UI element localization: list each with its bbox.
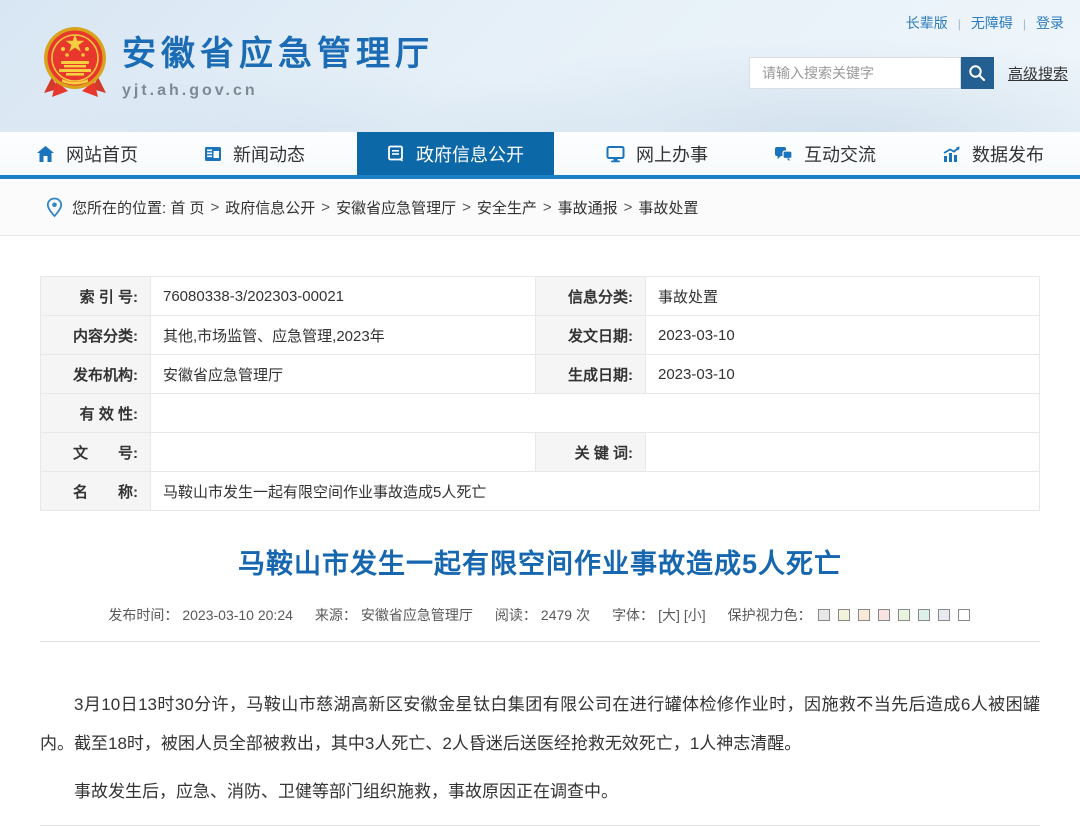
- crumb-accident-disposal[interactable]: 事故处置: [638, 197, 698, 218]
- name-value: 马鞍山市发生一起有限空间作业事故造成5人死亡: [150, 471, 1040, 511]
- accessibility-link[interactable]: 无障碍: [971, 15, 1013, 31]
- topbar-separator: |: [1022, 17, 1026, 31]
- info-category-label: 信息分类:: [535, 276, 646, 316]
- news-icon: [204, 145, 222, 163]
- source-label: 来源：: [314, 607, 357, 623]
- topbar-separator: |: [957, 17, 961, 31]
- chart-icon: [942, 145, 961, 163]
- eye-color-swatch[interactable]: [917, 609, 930, 621]
- font-size-label: 字体：: [612, 607, 655, 623]
- crumb-department[interactable]: 安徽省应急管理厅: [336, 197, 456, 218]
- search-input[interactable]: [748, 57, 961, 89]
- font-larger-button[interactable]: [大]: [658, 605, 680, 625]
- elderly-version-link[interactable]: 长辈版: [906, 15, 948, 31]
- index-number-value: 76080338-3/202303-00021: [150, 276, 536, 316]
- table-row: 索 引 号: 76080338-3/202303-00021 信息分类: 事故处…: [40, 276, 1040, 316]
- validity-label: 有 效 性:: [40, 393, 151, 433]
- breadcrumb: 您所在的位置: 首 页 > 政府信息公开 > 安徽省应急管理厅 > 安全生产 >…: [0, 179, 1080, 236]
- views-label: 阅读：: [494, 607, 537, 623]
- nav-item-gov-info[interactable]: 政府信息公开: [357, 132, 554, 175]
- info-category-value: 事故处置: [645, 276, 1040, 316]
- eye-color-swatch[interactable]: [957, 609, 970, 621]
- home-icon: [36, 145, 55, 163]
- index-number-label: 索 引 号:: [40, 276, 151, 316]
- location-pin-icon: [46, 197, 63, 218]
- table-row: 名 称: 马鞍山市发生一起有限空间作业事故造成5人死亡: [40, 471, 1040, 511]
- nav-item-news[interactable]: 新闻动态: [190, 132, 319, 175]
- generate-date-label: 生成日期:: [535, 354, 646, 394]
- article-paragraph: 3月10日13时30分许，马鞍山市慈湖高新区安徽金星钛白集团有限公司在进行罐体检…: [40, 695, 1040, 753]
- font-smaller-button[interactable]: [小]: [684, 605, 706, 625]
- site-title: 安徽省应急管理厅: [122, 35, 434, 73]
- nav-item-interaction[interactable]: 互动交流: [760, 132, 890, 175]
- publisher-label: 发布机构:: [40, 354, 151, 394]
- chat-icon: [774, 145, 793, 163]
- publisher-value: 安徽省应急管理厅: [150, 354, 536, 394]
- doc-number-label: 文 号:: [40, 432, 151, 472]
- monitor-icon: [606, 145, 625, 163]
- eye-color-swatch[interactable]: [937, 609, 950, 621]
- content-category-label: 内容分类:: [40, 315, 151, 355]
- table-row: 文 号: 关 键 词:: [40, 432, 1040, 472]
- views-unit: 次: [576, 607, 591, 623]
- eye-color-swatch[interactable]: [897, 609, 910, 621]
- nav-item-online-services[interactable]: 网上办事: [592, 132, 722, 175]
- crumb-gov-info[interactable]: 政府信息公开: [225, 197, 315, 218]
- eye-color-swatch[interactable]: [857, 609, 870, 621]
- main-nav: 网站首页 新闻动态 政府信息公开 网上办事 互动交流 数据发布: [0, 132, 1080, 179]
- table-row: 发布机构: 安徽省应急管理厅 生成日期: 2023-03-10: [40, 354, 1040, 394]
- nav-label: 新闻动态: [233, 144, 305, 165]
- publish-time-label: 发布时间：: [108, 607, 179, 623]
- content-category-value: 其他,市场监管、应急管理,2023年: [150, 315, 536, 355]
- table-row: 内容分类: 其他,市场监管、应急管理,2023年 发文日期: 2023-03-1…: [40, 315, 1040, 355]
- eye-color-swatch[interactable]: [837, 609, 850, 621]
- keywords-label: 关 键 词:: [535, 432, 646, 472]
- advanced-search-link[interactable]: 高级搜索: [1008, 63, 1068, 84]
- table-row: 有 效 性:: [40, 393, 1040, 433]
- national-emblem-icon: [44, 27, 106, 97]
- search-icon: [969, 65, 986, 82]
- search-button[interactable]: [960, 57, 994, 89]
- meta-divider: [40, 641, 1040, 642]
- eye-color-swatch[interactable]: [817, 609, 830, 621]
- topbar: 长辈版 | 无障碍 | 登录: [906, 13, 1064, 33]
- eye-protect-label: 保护视力色：: [727, 607, 812, 623]
- nav-label: 政府信息公开: [416, 144, 524, 165]
- search-area: 高级搜索: [748, 57, 1068, 89]
- source-value: 安徽省应急管理厅: [360, 607, 473, 623]
- article-paragraph: 事故发生后，应急、消防、卫健等部门组织施救，事故原因正在调查中。: [74, 782, 618, 801]
- nav-label: 数据发布: [972, 144, 1044, 165]
- site-url: yjt.ah.gov.cn: [122, 82, 258, 99]
- nav-label: 网上办事: [636, 144, 708, 165]
- document-icon: [387, 145, 405, 163]
- nav-item-data[interactable]: 数据发布: [928, 132, 1058, 175]
- nav-label: 网站首页: [66, 144, 138, 165]
- site-logo[interactable]: 安徽省应急管理厅 yjt.ah.gov.cn: [42, 25, 434, 101]
- name-label: 名 称:: [40, 471, 151, 511]
- eye-color-swatch[interactable]: [877, 609, 890, 621]
- nav-label: 互动交流: [804, 144, 876, 165]
- views-count: 2479: [540, 607, 573, 623]
- issue-date-value: 2023-03-10: [645, 315, 1040, 355]
- keywords-value: [645, 432, 1040, 472]
- main-content: 索 引 号: 76080338-3/202303-00021 信息分类: 事故处…: [0, 276, 1080, 826]
- site-header: 长辈版 | 无障碍 | 登录 安徽省应急管理厅 yjt.ah.gov.cn 请输…: [0, 0, 1080, 132]
- crumb-home[interactable]: 首 页: [170, 197, 204, 218]
- issue-date-label: 发文日期:: [535, 315, 646, 355]
- doc-number-value: [150, 432, 536, 472]
- validity-value: [150, 393, 1040, 433]
- login-link[interactable]: 登录: [1036, 15, 1064, 31]
- crumb-safety[interactable]: 安全生产: [477, 197, 537, 218]
- publish-time-value: 2023-03-10 20:24: [182, 607, 293, 623]
- article-body: 3月10日13时30分许，马鞍山市慈湖高新区安徽金星钛白集团有限公司在进行罐体检…: [40, 685, 1040, 811]
- breadcrumb-prefix: 您所在的位置:: [72, 199, 167, 217]
- crumb-accident-report[interactable]: 事故通报: [558, 197, 618, 218]
- nav-item-home[interactable]: 网站首页: [22, 132, 152, 175]
- generate-date-value: 2023-03-10: [645, 354, 1040, 394]
- article-meta: 发布时间： 2023-03-10 20:24 来源： 安徽省应急管理厅 阅读： 24…: [40, 605, 1040, 625]
- document-info-table: 索 引 号: 76080338-3/202303-00021 信息分类: 事故处…: [40, 276, 1040, 511]
- article-title: 马鞍山市发生一起有限空间作业事故造成5人死亡: [237, 549, 842, 579]
